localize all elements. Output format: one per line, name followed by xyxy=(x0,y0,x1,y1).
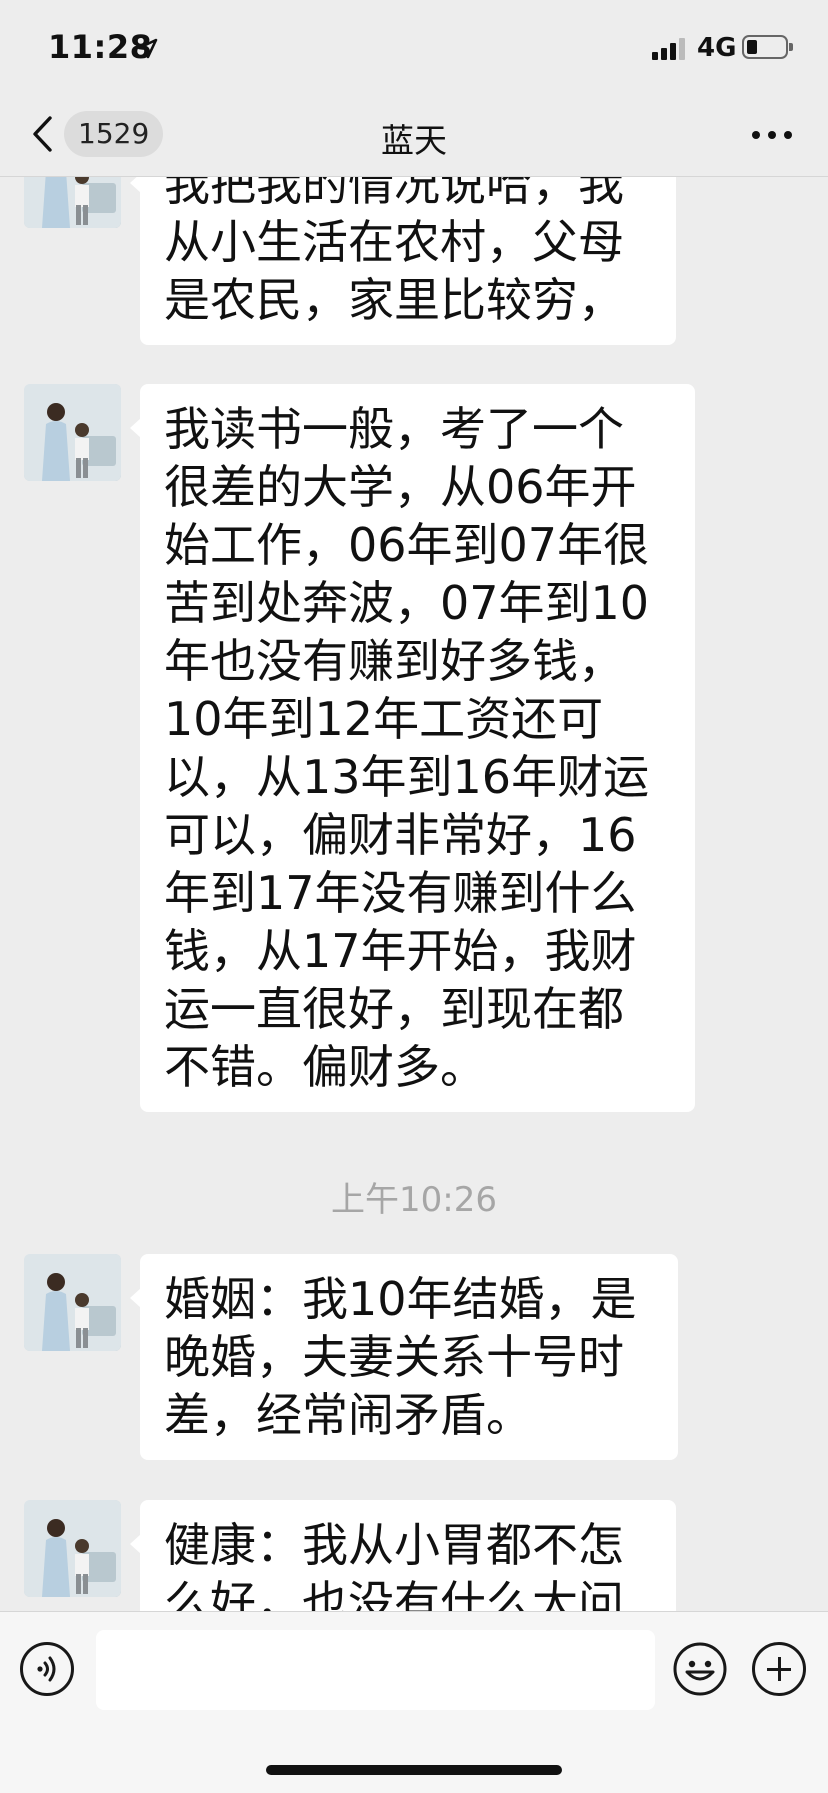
location-arrow-icon xyxy=(137,38,158,59)
chat-area[interactable]: 我把我的情况说哈，我 从小生活在农村，父母 是农民，家里比较穷， 我读书一般，考… xyxy=(0,177,828,1611)
voice-icon[interactable] xyxy=(20,1642,74,1696)
chat-title: 蓝天 xyxy=(381,121,447,160)
message-bubble[interactable]: 我读书一般，考了一个 很差的大学，从06年开 始工作，06年到07年很 苦到处奔… xyxy=(130,384,695,1112)
avatar-photo-icon xyxy=(24,1254,121,1351)
message-timestamp: 上午10:26 xyxy=(331,1180,497,1220)
nav-bar: 1529 蓝天 xyxy=(0,100,828,177)
status-bar: 11:28 4G xyxy=(0,0,828,100)
contact-avatar[interactable] xyxy=(24,1254,121,1351)
contact-avatar[interactable] xyxy=(24,1500,121,1597)
message-input[interactable] xyxy=(96,1630,655,1710)
contact-avatar[interactable] xyxy=(24,177,121,228)
battery-icon xyxy=(742,35,793,59)
message-bubble[interactable]: 我把我的情况说哈，我 从小生活在农村，父母 是农民，家里比较穷， xyxy=(130,177,676,345)
contact-avatar[interactable] xyxy=(24,384,121,481)
avatar-photo-icon xyxy=(24,177,121,228)
signal-icon xyxy=(652,38,690,60)
plus-icon[interactable] xyxy=(752,1642,806,1696)
home-indicator[interactable] xyxy=(266,1765,562,1775)
message-bubble[interactable]: 婚姻：我10年结婚，是 晚婚，夫妻关系十号时 差，经常闹矛盾。 xyxy=(130,1254,678,1460)
more-icon[interactable] xyxy=(752,130,792,140)
message-bubble[interactable]: 健康：我从小胃都不怎 么好，也没有什么大问 xyxy=(130,1500,676,1611)
avatar-photo-icon xyxy=(24,1500,121,1597)
network-type: 4G xyxy=(697,33,737,63)
avatar-photo-icon xyxy=(24,384,121,481)
emoji-icon[interactable] xyxy=(673,1642,727,1696)
